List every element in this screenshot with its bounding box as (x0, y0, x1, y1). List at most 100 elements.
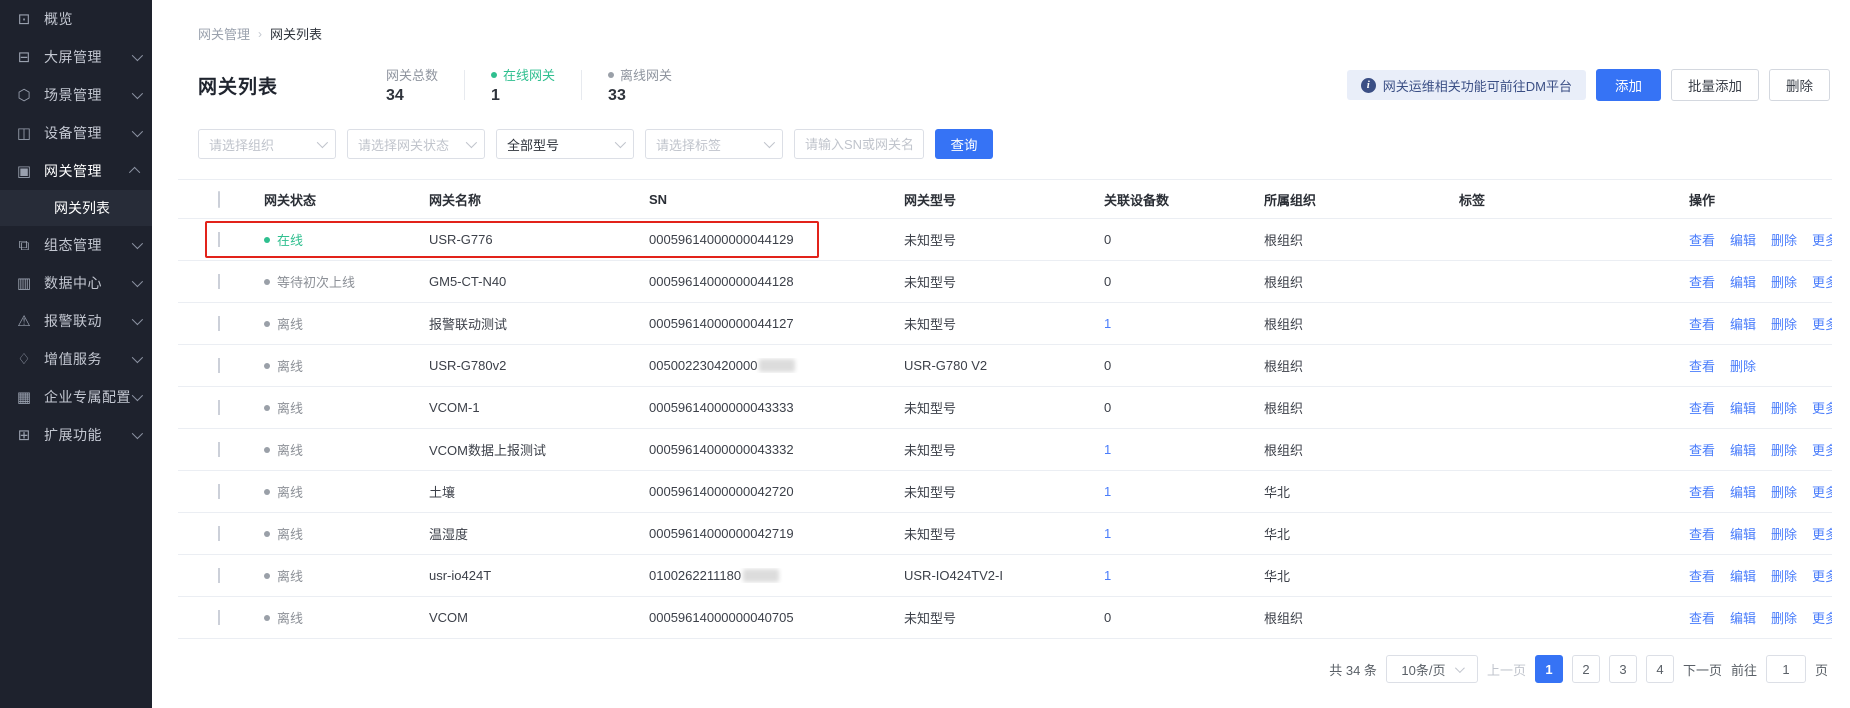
action-link[interactable]: 更多 (1812, 440, 1832, 459)
status-badge: 离线 (264, 524, 413, 543)
sidebar-subitem-gateway-list[interactable]: 网关列表 (0, 190, 152, 226)
gateway-model: USR-IO424TV2-I (888, 568, 1088, 583)
action-link[interactable]: 查看 (1689, 356, 1715, 375)
sidebar-item-configuration[interactable]: ⧉组态管理 (0, 226, 152, 264)
gateway-org: 根组织 (1248, 272, 1443, 291)
action-link[interactable]: 查看 (1689, 524, 1715, 543)
page-button-1[interactable]: 1 (1535, 655, 1563, 683)
gateway-sn: 0100262211180 (633, 568, 888, 583)
sidebar-item-scene[interactable]: ⬡场景管理 (0, 76, 152, 114)
action-link[interactable]: 删除 (1771, 482, 1797, 501)
chevron-down-icon (132, 352, 143, 363)
action-link[interactable]: 查看 (1689, 398, 1715, 417)
gateway-stats: 网关总数 34 在线网关 1 离线网关 33 (386, 65, 698, 105)
sidebar-item-device[interactable]: ◫设备管理 (0, 114, 152, 152)
action-link[interactable]: 删除 (1730, 356, 1756, 375)
sidebar-item-enterprise[interactable]: ▦企业专属配置 (0, 378, 152, 416)
row-checkbox[interactable] (218, 274, 220, 289)
action-link[interactable]: 删除 (1771, 566, 1797, 585)
action-link[interactable]: 查看 (1689, 608, 1715, 627)
row-actions: 查看编辑删除更多 (1673, 440, 1832, 459)
page-button-2[interactable]: 2 (1572, 655, 1600, 683)
action-link[interactable]: 删除 (1771, 272, 1797, 291)
row-checkbox[interactable] (218, 610, 220, 625)
action-link[interactable]: 更多 (1812, 398, 1832, 417)
action-link[interactable]: 删除 (1771, 314, 1797, 333)
action-link[interactable]: 更多 (1812, 482, 1832, 501)
action-link[interactable]: 编辑 (1730, 398, 1756, 417)
gateway-status-select[interactable]: 请选择网关状态 (347, 129, 485, 159)
gateway-name: USR-G776 (413, 232, 633, 247)
row-checkbox[interactable] (218, 400, 220, 415)
sidebar-item-gateway[interactable]: ▣网关管理 (0, 152, 152, 190)
chevron-down-icon (1455, 663, 1465, 673)
page-size-select[interactable]: 10条/页 (1386, 655, 1478, 683)
action-link[interactable]: 更多 (1812, 230, 1832, 249)
delete-button[interactable]: 删除 (1769, 69, 1830, 101)
action-link[interactable]: 更多 (1812, 314, 1832, 333)
action-link[interactable]: 编辑 (1730, 524, 1756, 543)
row-checkbox[interactable] (218, 484, 220, 499)
action-link[interactable]: 查看 (1689, 566, 1715, 585)
row-checkbox[interactable] (218, 442, 220, 457)
device-count: 0 (1104, 610, 1111, 625)
action-link[interactable]: 删除 (1771, 608, 1797, 627)
action-link[interactable]: 更多 (1812, 524, 1832, 543)
batch-add-button[interactable]: 批量添加 (1671, 69, 1759, 101)
row-checkbox[interactable] (218, 358, 220, 373)
sidebar-item-alarm[interactable]: ⚠报警联动 (0, 302, 152, 340)
action-link[interactable]: 更多 (1812, 608, 1832, 627)
sn-search-input[interactable] (794, 129, 924, 159)
sidebar-item-extension[interactable]: ⊞扩展功能 (0, 416, 152, 454)
action-link[interactable]: 删除 (1771, 398, 1797, 417)
action-link[interactable]: 删除 (1771, 440, 1797, 459)
action-link[interactable]: 更多 (1812, 566, 1832, 585)
select-all-checkbox[interactable] (218, 191, 220, 208)
row-checkbox[interactable] (218, 526, 220, 541)
action-link[interactable]: 编辑 (1730, 272, 1756, 291)
action-link[interactable]: 更多 (1812, 272, 1832, 291)
page-button-4[interactable]: 4 (1646, 655, 1674, 683)
action-link[interactable]: 删除 (1771, 524, 1797, 543)
add-button[interactable]: 添加 (1596, 69, 1661, 101)
row-actions: 查看编辑删除更多 (1673, 608, 1832, 627)
row-checkbox[interactable] (218, 316, 220, 331)
action-link[interactable]: 查看 (1689, 314, 1715, 333)
sidebar-item-bigscreen[interactable]: ⊟大屏管理 (0, 38, 152, 76)
device-count-link[interactable]: 1 (1104, 442, 1111, 457)
action-link[interactable]: 查看 (1689, 440, 1715, 459)
dm-platform-notice[interactable]: i 网关运维相关功能可前往DM平台 (1347, 70, 1586, 100)
action-link[interactable]: 编辑 (1730, 608, 1756, 627)
model-select[interactable]: 全部型号 (496, 129, 634, 159)
sidebar-item-value-added[interactable]: ♢增值服务 (0, 340, 152, 378)
action-link[interactable]: 编辑 (1730, 314, 1756, 333)
next-page-button[interactable]: 下一页 (1683, 660, 1722, 679)
action-link[interactable]: 查看 (1689, 272, 1715, 291)
page-button-3[interactable]: 3 (1609, 655, 1637, 683)
action-link[interactable]: 查看 (1689, 230, 1715, 249)
action-link[interactable]: 编辑 (1730, 566, 1756, 585)
action-link[interactable]: 查看 (1689, 482, 1715, 501)
action-link[interactable]: 删除 (1771, 230, 1797, 249)
gateway-sn: 00059614000000044128 (633, 274, 888, 289)
row-checkbox[interactable] (218, 568, 220, 583)
tag-select[interactable]: 请选择标签 (645, 129, 783, 159)
device-count-link[interactable]: 1 (1104, 526, 1111, 541)
device-count-link[interactable]: 1 (1104, 316, 1111, 331)
sidebar-item-data-center[interactable]: ▥数据中心 (0, 264, 152, 302)
row-checkbox[interactable] (218, 232, 220, 247)
status-dot-icon (264, 237, 270, 243)
action-link[interactable]: 编辑 (1730, 230, 1756, 249)
gateway-name: 土壤 (413, 482, 633, 501)
action-link[interactable]: 编辑 (1730, 482, 1756, 501)
prev-page-button[interactable]: 上一页 (1487, 660, 1526, 679)
org-select[interactable]: 请选择组织 (198, 129, 336, 159)
query-button[interactable]: 查询 (935, 129, 993, 159)
goto-page-input[interactable] (1766, 655, 1806, 683)
action-link[interactable]: 编辑 (1730, 440, 1756, 459)
chevron-down-icon (615, 137, 626, 148)
breadcrumb-parent[interactable]: 网关管理 (198, 24, 250, 43)
sidebar-item-overview[interactable]: ⊡概览 (0, 0, 152, 38)
device-count-link[interactable]: 1 (1104, 568, 1111, 583)
device-count-link[interactable]: 1 (1104, 484, 1111, 499)
